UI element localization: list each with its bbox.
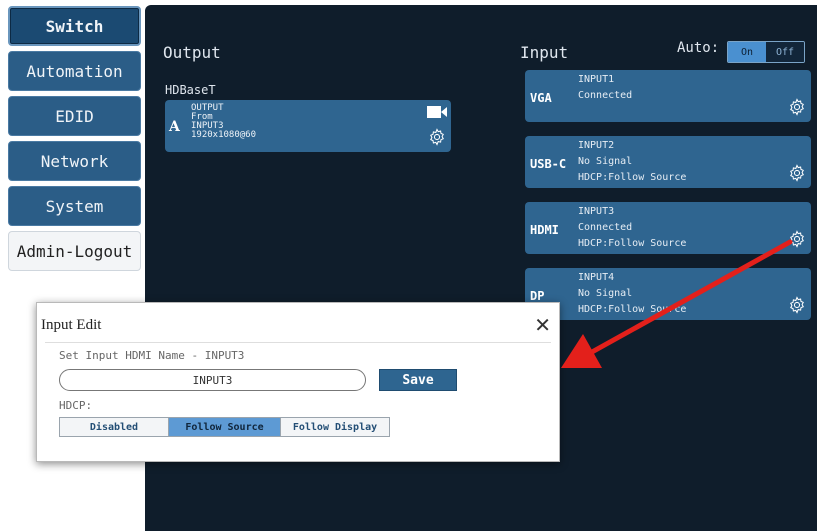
annotation-arrow (561, 239, 793, 368)
